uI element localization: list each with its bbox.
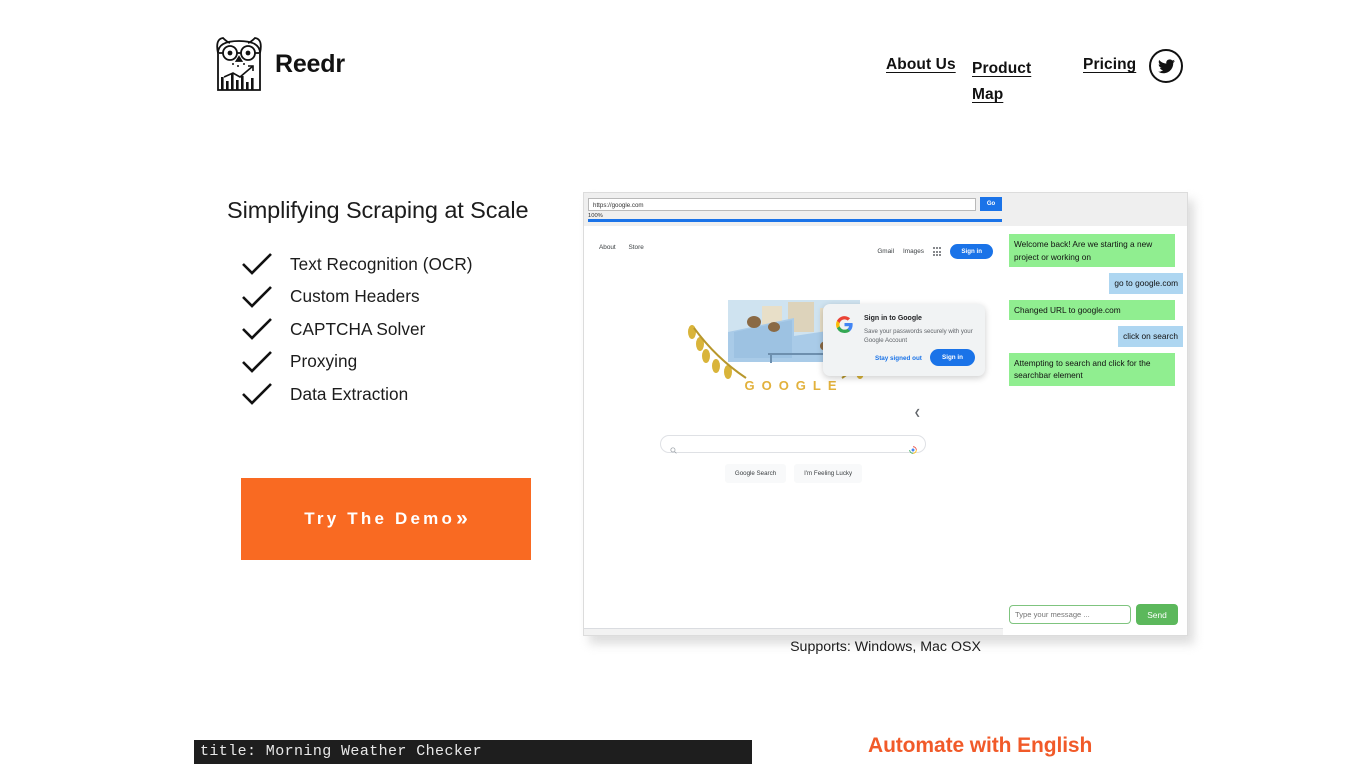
chat-panel: Welcome back! Are we starting a new proj… [1003,226,1187,635]
google-footer: 🍂 Our third decade of climate action: jo… [584,628,1003,635]
page-title: Simplifying Scraping at Scale [227,197,529,223]
main-nav: About Us Product Map Pricing [880,49,1190,112]
google-link-store[interactable]: Store [628,244,643,251]
google-search-button[interactable]: Google Search [724,464,787,483]
google-lens-icon[interactable] [909,441,917,459]
stay-signed-out-button[interactable]: Stay signed out [875,355,922,362]
check-icon [240,284,274,310]
brand-name: Reedr [275,49,345,78]
feature-item: Custom Headers [240,281,473,314]
google-right-links: Gmail Images Sign in [877,244,993,259]
share-icon[interactable]: ❮ [914,408,921,417]
feature-label: Text Recognition (OCR) [290,253,473,274]
modal-subtitle: Save your passwords securely with your G… [864,328,973,344]
doodle-caption: GOOGLE [744,378,844,393]
modal-sign-in-button[interactable]: Sign in [930,349,975,366]
chat-message-bot: Changed URL to google.com [1009,299,1175,320]
google-sign-in-button[interactable]: Sign in [950,244,993,259]
feeling-lucky-button[interactable]: I'm Feeling Lucky [794,464,863,483]
google-homepage: About Store Gmail Images Sign in GOOGLE … [584,226,1003,635]
google-left-links: About Store [599,244,655,251]
search-icon [670,441,677,459]
check-icon [240,349,274,375]
feature-label: Data Extraction [290,383,409,404]
feature-item: Data Extraction [240,378,473,411]
feature-label: Custom Headers [290,286,420,307]
check-icon [240,381,274,407]
feature-list: Text Recognition (OCR) Custom Headers CA… [240,248,473,411]
owl-chart-logo-icon [213,33,265,95]
chat-message-list: Welcome back! Are we starting a new proj… [1003,226,1187,392]
supports-caption: Supports: Windows, Mac OSX [790,639,981,655]
send-button[interactable]: Send [1136,604,1178,625]
google-link-about[interactable]: About [599,244,616,251]
nav-item-pricing[interactable]: Pricing [1083,56,1136,74]
chat-message-user: click on search [1118,326,1183,347]
demo-browser-window: https://google.com Go 100% About Store G… [583,192,1188,636]
progress-bar [588,219,1002,222]
twitter-icon[interactable] [1149,49,1183,83]
site-header: Reedr About Us Product Map Pricing [0,0,1360,120]
google-action-buttons: Google Search I'm Feeling Lucky [584,464,1003,483]
google-link-images[interactable]: Images [903,248,924,255]
google-link-gmail[interactable]: Gmail [877,248,894,255]
apps-grid-icon[interactable] [933,247,942,256]
feature-item: Proxying [240,346,473,379]
chat-message-input[interactable] [1009,605,1131,624]
demo-screenshot: https://google.com Go 100% About Store G… [583,192,1194,644]
google-search-input[interactable] [660,435,926,454]
chat-message-bot: Welcome back! Are we starting a new proj… [1009,234,1175,267]
double-chevron-right-icon: » [456,507,468,530]
feature-item: CAPTCHA Solver [240,313,473,346]
cta-label: Try The Demo [304,509,456,528]
landing-page: Reedr About Us Product Map Pricing Simpl… [0,0,1360,764]
check-icon [240,316,274,342]
go-button[interactable]: Go [980,197,1002,211]
feature-label: CAPTCHA Solver [290,318,426,339]
code-line: title: Morning Weather Checker [200,743,483,760]
url-input[interactable]: https://google.com [588,198,976,211]
chat-composer: Send [1009,604,1178,625]
google-signin-modal: Sign in to Google Save your passwords se… [823,304,985,376]
progress-bar-fill [588,219,1002,222]
nav-item-about-us[interactable]: About Us [886,56,956,74]
check-icon [240,251,274,277]
feature-item: Text Recognition (OCR) [240,248,473,281]
chat-message-bot: Attempting to search and click for the s… [1009,352,1175,386]
modal-title: Sign in to Google [864,315,922,322]
brand-logo[interactable]: Reedr [213,33,345,95]
chat-message-user: go to google.com [1109,273,1183,294]
browser-chrome: https://google.com Go 100% [584,193,1187,226]
google-g-icon [836,316,853,334]
nav-item-product-map[interactable]: Product Map [972,56,1038,108]
yaml-code-block: title: Morning Weather Checker [194,740,752,764]
try-the-demo-button[interactable]: Try The Demo » [241,478,531,560]
automate-heading: Automate with English [868,734,1093,757]
feature-label: Proxying [290,351,358,372]
